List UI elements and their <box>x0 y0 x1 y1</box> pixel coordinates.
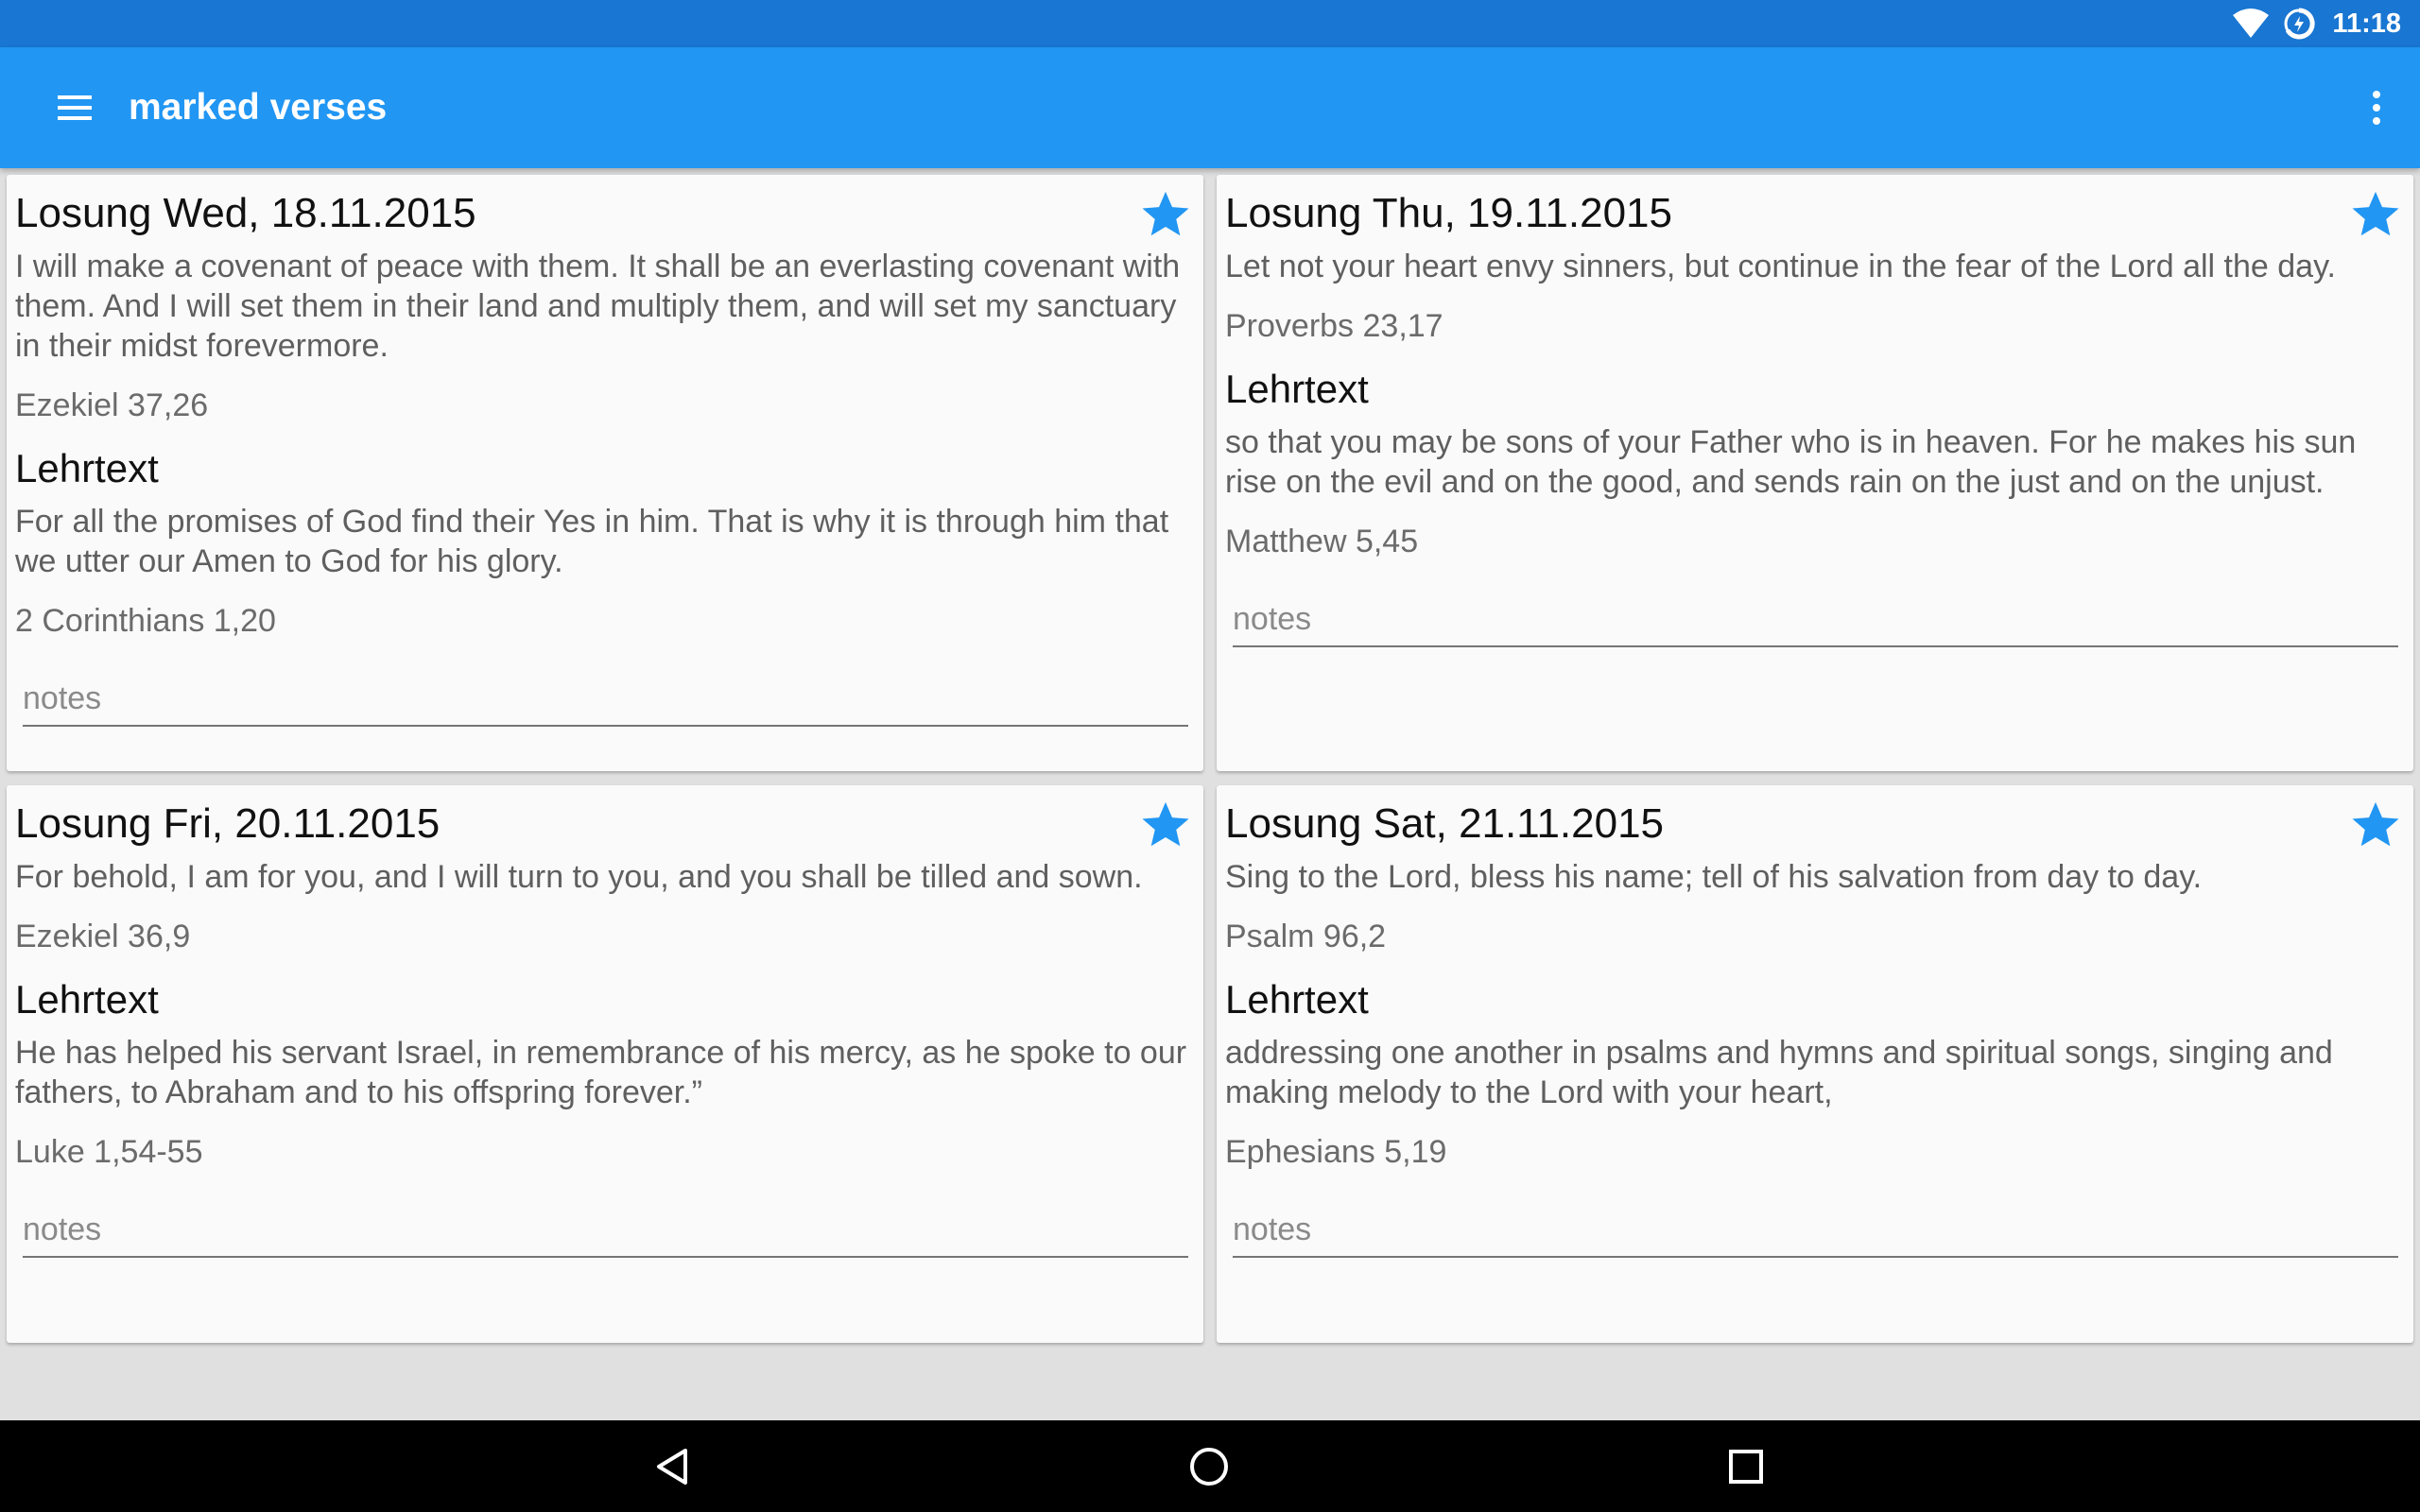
card-title: Losung Sat, 21.11.2015 <box>1225 800 1665 847</box>
losung-text: Let not your heart envy sinners, but con… <box>1225 249 2336 284</box>
losung-text: I will make a covenant of peace with the… <box>15 249 1181 364</box>
lehrtext-reference: Luke 1,54-55 <box>15 1134 203 1170</box>
hamburger-menu-icon[interactable] <box>47 85 102 130</box>
lehrtext-heading: Lehrtext <box>1225 977 1369 1022</box>
losung-reference: Ezekiel 37,26 <box>15 387 209 423</box>
notes-input[interactable] <box>1233 601 2398 638</box>
notes-field-wrapper <box>1233 601 2398 647</box>
lehrtext-text: He has helped his servant Israel, in rem… <box>15 1035 1187 1110</box>
home-circle-icon[interactable] <box>1180 1437 1238 1496</box>
notes-input[interactable] <box>23 680 1188 717</box>
app-bar: marked verses <box>0 47 2420 168</box>
lehrtext-reference: 2 Corinthians 1,20 <box>15 603 276 639</box>
card-title: Losung Wed, 18.11.2015 <box>15 190 476 236</box>
battery-charging-icon <box>2283 8 2316 40</box>
verse-card: Losung Fri, 20.11.2015 For behold, I am … <box>7 785 1203 1343</box>
more-vertical-icon[interactable] <box>2350 81 2403 134</box>
notes-input[interactable] <box>1233 1211 2398 1248</box>
back-triangle-icon[interactable] <box>643 1437 701 1496</box>
notes-field-wrapper <box>23 1211 1188 1258</box>
lehrtext-text: addressing one another in psalms and hym… <box>1225 1035 2333 1110</box>
wifi-icon <box>2232 8 2270 40</box>
lehrtext-heading: Lehrtext <box>15 446 159 490</box>
notes-field-wrapper <box>1233 1211 2398 1258</box>
notes-field-wrapper <box>23 680 1188 727</box>
losung-reference: Ezekiel 36,9 <box>15 919 191 954</box>
page-title: marked verses <box>129 87 388 128</box>
lehrtext-text: so that you may be sons of your Father w… <box>1225 424 2357 500</box>
losung-reference: Proverbs 23,17 <box>1225 308 1443 344</box>
card-title: Losung Fri, 20.11.2015 <box>15 800 441 847</box>
status-time: 11:18 <box>2332 8 2401 39</box>
lehrtext-text: For all the promises of God find their Y… <box>15 504 1169 579</box>
recents-square-icon[interactable] <box>1717 1437 1775 1496</box>
verse-card: Losung Sat, 21.11.2015 Sing to the Lord,… <box>1217 785 2413 1343</box>
verse-card: Losung Wed, 18.11.2015 I will make a cov… <box>7 175 1203 771</box>
lehrtext-reference: Matthew 5,45 <box>1225 524 1419 559</box>
status-bar: 11:18 <box>0 0 2420 47</box>
losung-text: Sing to the Lord, bless his name; tell o… <box>1225 859 2203 895</box>
verse-list: Losung Wed, 18.11.2015 I will make a cov… <box>0 168 2420 1420</box>
losung-text: For behold, I am for you, and I will tur… <box>15 859 1143 895</box>
losung-reference: Psalm 96,2 <box>1225 919 1387 954</box>
lehrtext-heading: Lehrtext <box>15 977 159 1022</box>
lehrtext-reference: Ephesians 5,19 <box>1225 1134 1447 1170</box>
lehrtext-heading: Lehrtext <box>1225 367 1369 411</box>
notes-input[interactable] <box>23 1211 1188 1248</box>
card-title: Losung Thu, 19.11.2015 <box>1225 190 1672 236</box>
navigation-bar <box>0 1420 2420 1512</box>
verse-card: Losung Thu, 19.11.2015 Let not your hear… <box>1217 175 2413 771</box>
